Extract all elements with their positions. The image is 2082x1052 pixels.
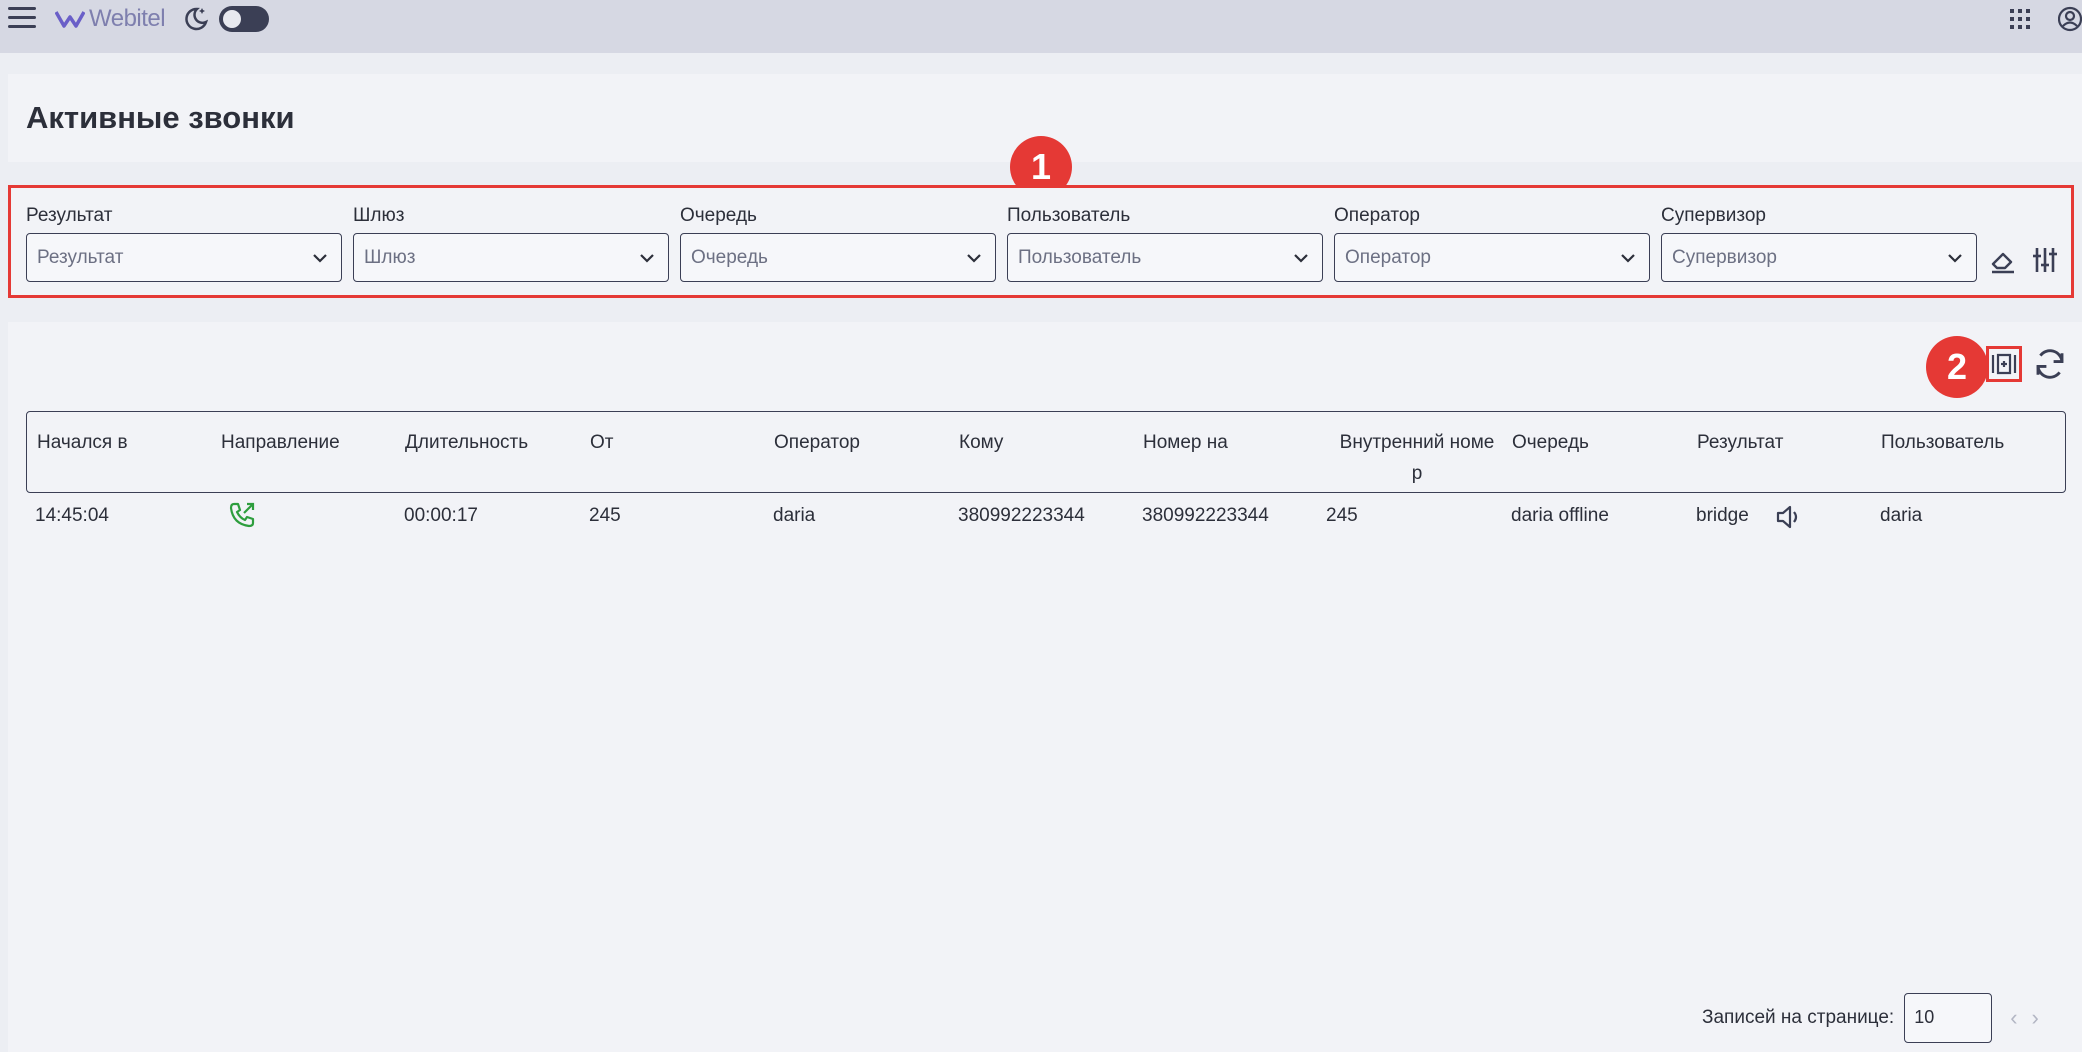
column-header-from[interactable]: От	[590, 427, 613, 458]
expand-columns-icon[interactable]	[1986, 346, 2022, 382]
column-header-queue[interactable]: Очередь	[1512, 427, 1589, 458]
select-placeholder: Супервизор	[1672, 247, 1777, 268]
menu-icon[interactable]	[8, 7, 36, 31]
chevron-right-icon[interactable]: ›	[2032, 1005, 2039, 1031]
operator-select[interactable]: Оператор	[1334, 233, 1650, 282]
filter-queue: Очередь Очередь	[680, 205, 996, 282]
cell-internal-number: 245	[1326, 505, 1358, 526]
moon-icon	[185, 7, 209, 31]
chevron-left-icon[interactable]: ‹	[2010, 1005, 2017, 1031]
filter-settings-icon[interactable]	[2031, 245, 2059, 275]
user-select[interactable]: Пользователь	[1007, 233, 1323, 282]
chevron-down-icon	[640, 254, 654, 263]
calls-panel: Начался в Направление Длительность От Оп…	[8, 322, 2082, 1052]
cell-started: 14:45:04	[35, 505, 109, 526]
top-bar: Webitel	[0, 0, 2082, 53]
per-page-label: Записей на странице:	[1702, 1007, 1895, 1028]
column-header-to[interactable]: Кому	[959, 427, 1003, 458]
chevron-down-icon	[1294, 254, 1308, 263]
profile-icon[interactable]	[2058, 6, 2082, 32]
column-header-direction[interactable]: Направление	[221, 427, 340, 458]
column-header-user[interactable]: Пользователь	[1881, 427, 2004, 458]
cell-result: bridge	[1696, 505, 1749, 526]
page-nav: ‹ ›	[2010, 1005, 2039, 1031]
apps-grid-icon[interactable]	[2008, 7, 2032, 31]
filter-label: Шлюз	[353, 205, 405, 226]
column-header-operator[interactable]: Оператор	[774, 427, 860, 458]
page-title: Активные звонки	[26, 100, 295, 135]
chevron-down-icon	[313, 254, 327, 263]
select-placeholder: Оператор	[1345, 247, 1431, 268]
gateway-select[interactable]: Шлюз	[353, 233, 669, 282]
cell-from: 245	[589, 505, 621, 526]
column-header-started[interactable]: Начался в	[37, 427, 128, 458]
cell-operator: daria	[773, 505, 816, 526]
speaker-icon[interactable]	[1774, 503, 1802, 531]
filter-operator: Оператор Оператор	[1334, 205, 1650, 282]
chevron-down-icon	[1948, 254, 1962, 263]
refresh-icon[interactable]	[2032, 346, 2068, 382]
queue-select[interactable]: Очередь	[680, 233, 996, 282]
filter-result: Результат Результат	[26, 205, 342, 282]
select-placeholder: Пользователь	[1018, 247, 1142, 268]
select-placeholder: Результат	[37, 247, 124, 268]
filter-panel: Результат Результат Шлюз Шлюз Очередь Оч…	[8, 185, 2074, 298]
cell-to: 380992223344	[958, 505, 1085, 526]
active-calls-table: Начался в Направление Длительность От Оп…	[26, 411, 2066, 545]
column-header-number-on[interactable]: Номер на	[1143, 427, 1228, 458]
result-select[interactable]: Результат	[26, 233, 342, 282]
filter-supervisor: Супервизор Супервизор	[1661, 205, 1977, 282]
filter-label: Результат	[26, 205, 113, 226]
webitel-logo-icon	[55, 11, 85, 28]
select-placeholder: Очередь	[691, 247, 768, 268]
select-placeholder: Шлюз	[364, 247, 416, 268]
chevron-down-icon	[967, 254, 981, 263]
filter-label: Супервизор	[1661, 205, 1766, 226]
per-page-input[interactable]: 10	[1904, 993, 1993, 1043]
filter-label: Пользователь	[1007, 205, 1131, 226]
theme-toggle[interactable]	[219, 6, 269, 32]
logo[interactable]: Webitel	[55, 4, 166, 34]
cell-queue: daria offline	[1511, 505, 1609, 526]
column-header-internal-number[interactable]: Внутренний номе р	[1332, 427, 1502, 489]
eraser-icon[interactable]	[1989, 245, 2017, 275]
supervisor-select[interactable]: Супервизор	[1661, 233, 1977, 282]
pagination: Записей на странице: 10 ‹ ›	[1702, 993, 2039, 1043]
table-header: Начался в Направление Длительность От Оп…	[26, 411, 2066, 493]
cell-number-on: 380992223344	[1142, 505, 1269, 526]
filter-label: Оператор	[1334, 205, 1420, 226]
app-name: Webitel	[89, 5, 166, 32]
cell-user: daria	[1880, 505, 1923, 526]
filter-label: Очередь	[680, 205, 757, 226]
table-row[interactable]: 14:45:04 00:00:17 245 daria 380992223344…	[26, 493, 2066, 545]
column-header-duration[interactable]: Длительность	[405, 427, 528, 458]
cell-duration: 00:00:17	[404, 505, 478, 526]
outbound-call-icon	[228, 501, 256, 529]
filter-user: Пользователь Пользователь	[1007, 205, 1323, 282]
chevron-down-icon	[1621, 254, 1635, 263]
column-header-result[interactable]: Результат	[1697, 427, 1783, 458]
table-toolbar	[1986, 346, 2068, 382]
annotation-badge-2: 2	[1926, 336, 1988, 398]
filter-actions	[1989, 245, 2059, 275]
filter-gateway: Шлюз Шлюз	[353, 205, 669, 282]
